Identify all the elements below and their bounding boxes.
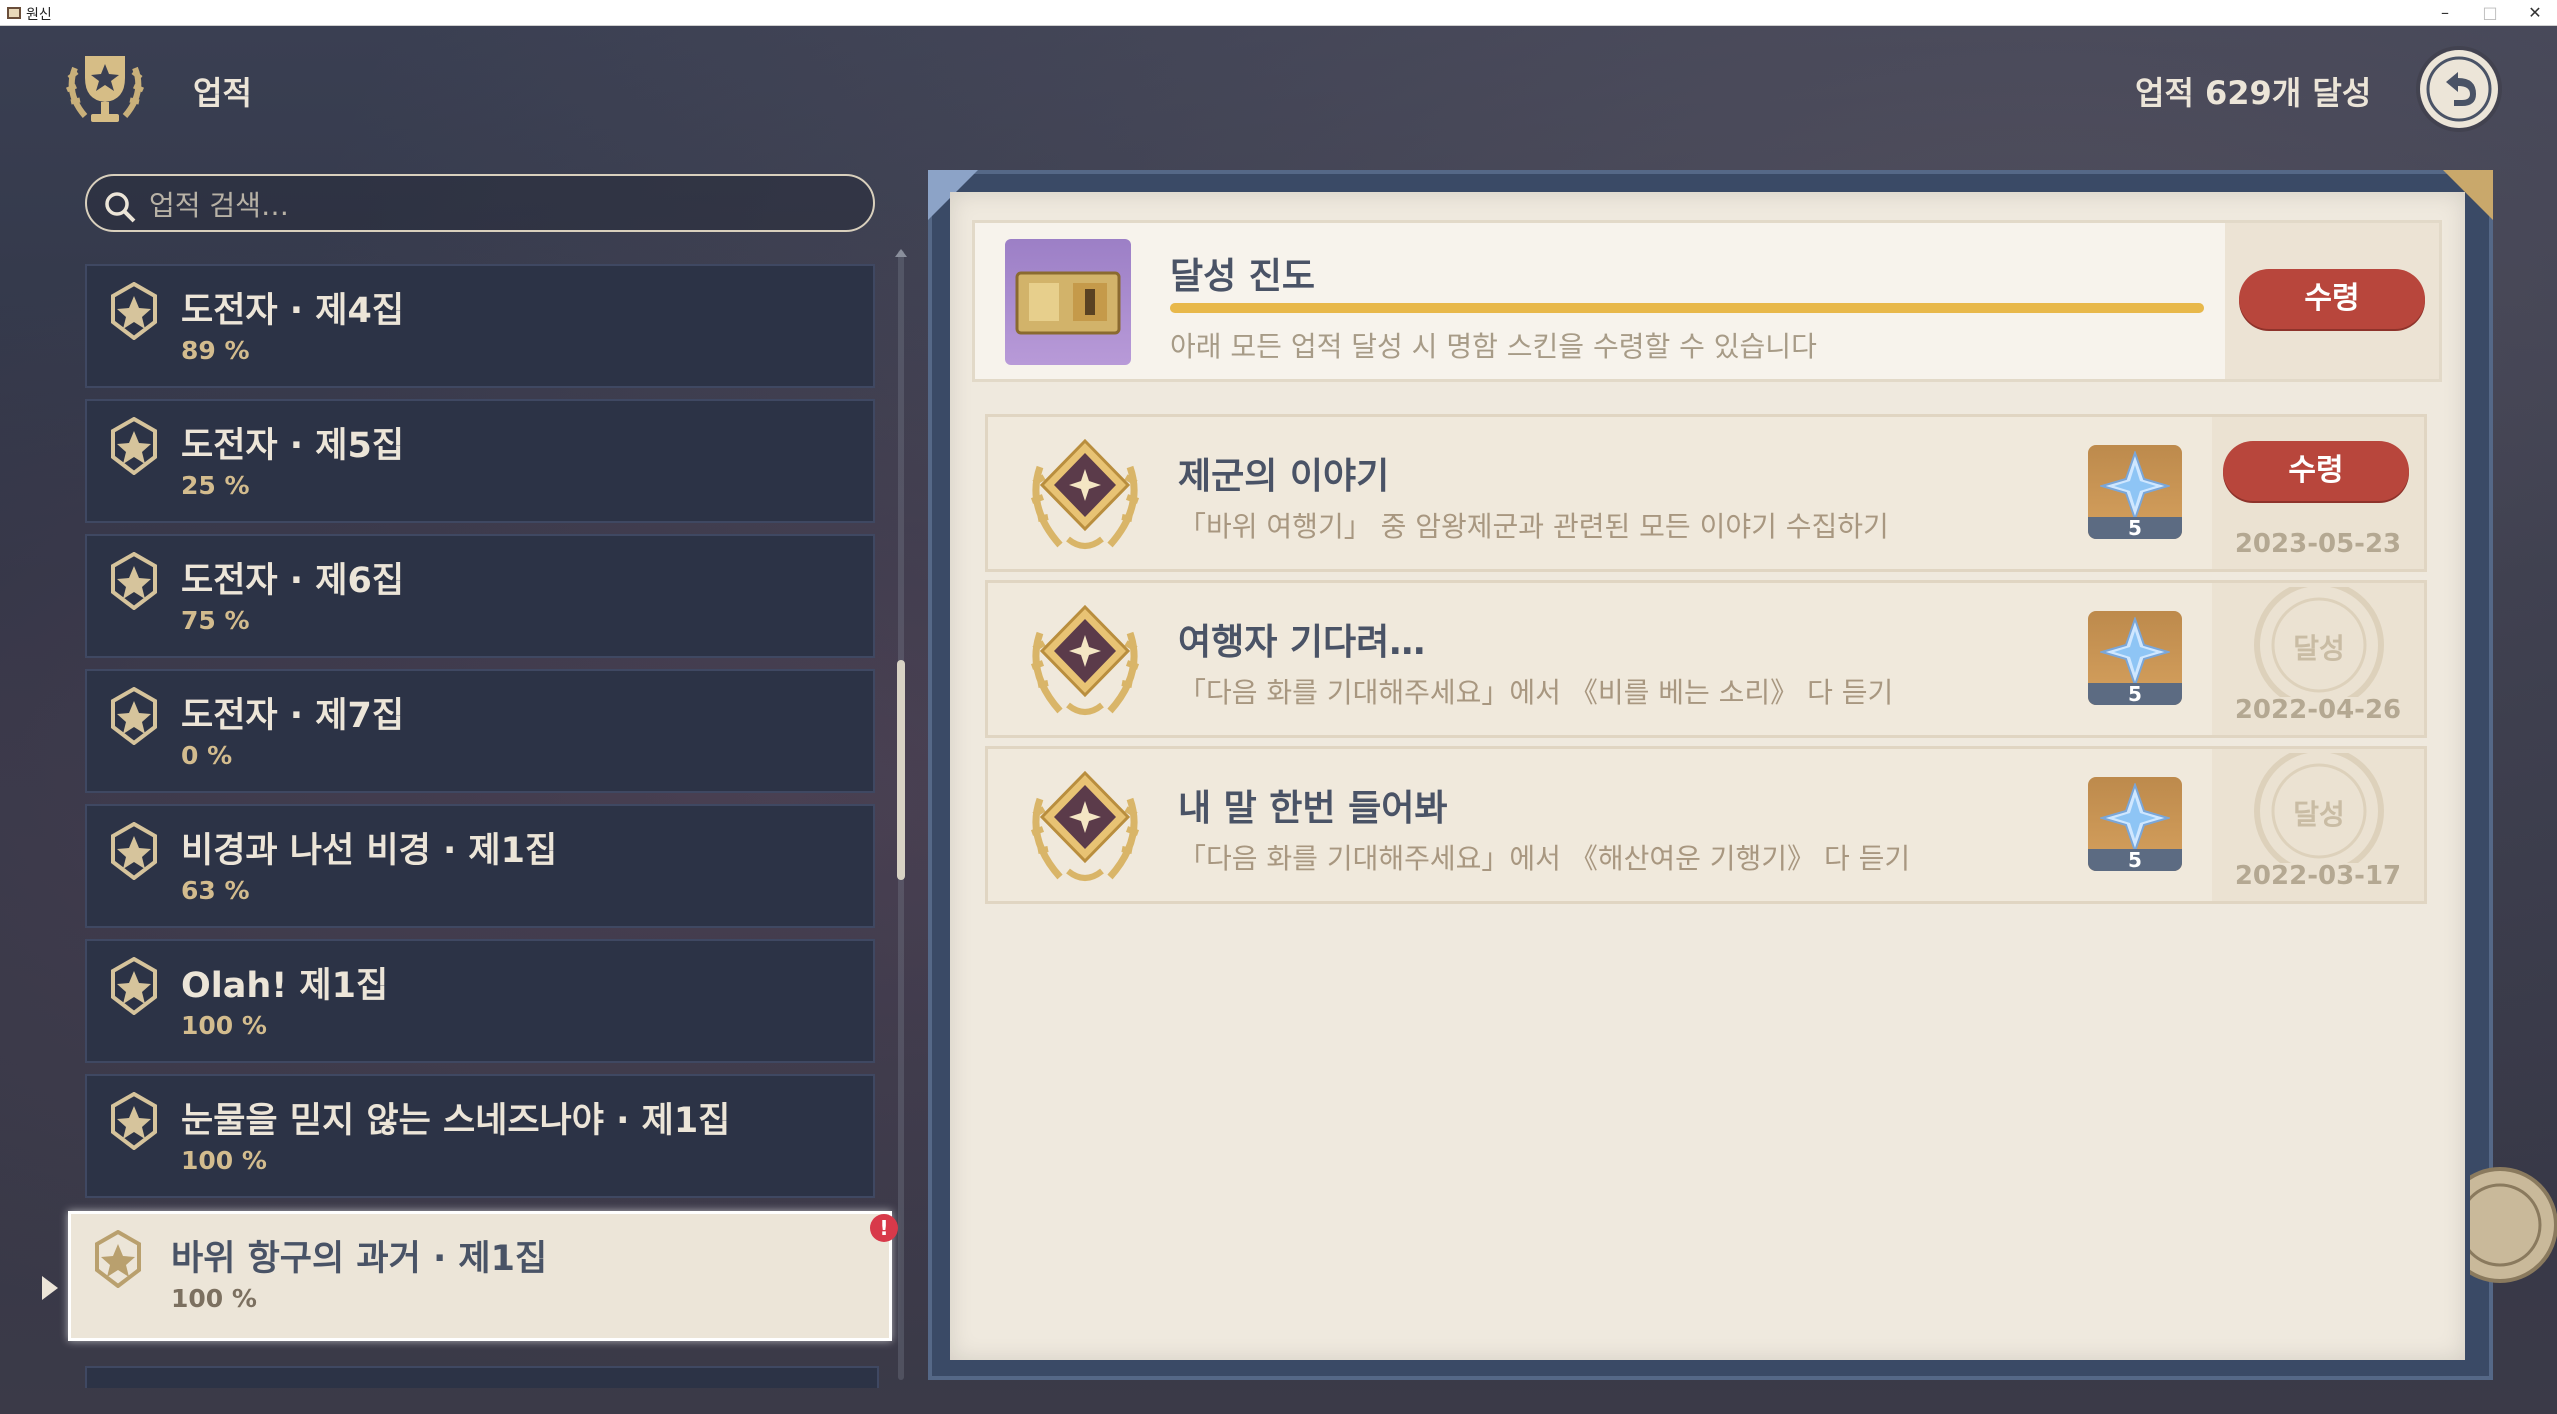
achievement-category-icon <box>111 687 157 745</box>
achievement-description: 「다음 화를 기대해주세요」에서 《비를 베는 소리》 다 듣기 <box>1178 676 1894 709</box>
category-name: 비경과 나선 비경 · 제1집 <box>181 831 558 871</box>
category-progress: 100 % <box>181 1146 267 1175</box>
achievement-category-icon <box>111 1092 157 1150</box>
minimize-button[interactable]: – <box>2425 0 2465 26</box>
achievement-category-icon <box>111 417 157 475</box>
achievement-count: 업적 629개 달성 <box>2135 74 2372 112</box>
completed-label: 달성 <box>2293 798 2345 831</box>
category-name: 도전자 · 제4집 <box>181 291 405 331</box>
achievement-description: 「바위 여행기」 중 암왕제군과 관련된 모든 이야기 수집하기 <box>1178 510 1889 543</box>
claim-cell: 수령 <box>2225 223 2439 379</box>
achievement-reward: 5 <box>2088 445 2182 539</box>
achievement-category-icon <box>111 957 157 1015</box>
category-item[interactable]: 눈물을 믿지 않는 스네즈나야 · 제1집 100 % <box>85 1074 875 1198</box>
close-button[interactable]: ✕ <box>2515 0 2555 26</box>
achievement-category-icon <box>111 822 157 880</box>
new-reward-badge: ! <box>870 1214 898 1242</box>
category-progress: 25 % <box>181 471 250 500</box>
claim-namecard-button[interactable]: 수령 <box>2239 269 2425 329</box>
category-item[interactable]: Olah! 제1집 100 % <box>85 939 875 1063</box>
back-arrow-icon <box>2426 56 2492 122</box>
list-item-partial[interactable] <box>85 1366 879 1388</box>
scroll-up-icon[interactable] <box>894 248 908 258</box>
category-item[interactable]: 도전자 · 제7집 0 % <box>85 669 875 793</box>
completion-progress-card: 달성 진도 100 % 아래 모든 업적 달성 시 명함 스킨을 수령할 수 있… <box>972 220 2442 382</box>
category-item[interactable]: 도전자 · 제4집 89 % <box>85 264 875 388</box>
achievement-medal-icon <box>1030 604 1140 715</box>
search-bar[interactable] <box>85 174 875 232</box>
trophy-icon <box>65 56 145 122</box>
achievement-row: 내 말 한번 들어봐 「다음 화를 기대해주세요」에서 《해산여운 기행기》 다 … <box>985 746 2427 904</box>
completed-label: 달성 <box>2293 632 2345 665</box>
achievement-title: 내 말 한번 들어봐 <box>1178 788 1448 829</box>
category-name: 바위 항구의 과거 · 제1집 <box>171 1239 548 1279</box>
search-icon <box>105 192 136 223</box>
progress-bar-fill <box>1170 303 2204 313</box>
namecard-reward-icon <box>1005 239 1131 365</box>
category-item[interactable]: 바위 항구의 과거 · 제1집 100 % <box>68 1211 892 1341</box>
reward-quantity: 5 <box>2088 517 2182 539</box>
achievement-category-icon <box>111 282 157 340</box>
achievement-category-icon <box>111 552 157 610</box>
achievement-reward: 5 <box>2088 611 2182 705</box>
page-title: 업적 <box>193 74 252 112</box>
progress-title: 달성 진도 <box>1170 256 1316 297</box>
achievement-category-icon <box>95 1230 141 1288</box>
category-item[interactable]: 도전자 · 제5집 25 % <box>85 399 875 523</box>
category-item[interactable]: 도전자 · 제6집 75 % <box>85 534 875 658</box>
genshin-app-icon <box>7 7 21 19</box>
achievement-reward: 5 <box>2088 777 2182 871</box>
page-ornament-icon <box>2470 1167 2557 1283</box>
category-name: 도전자 · 제6집 <box>181 561 405 601</box>
achievement-row: 제군의 이야기 「바위 여행기」 중 암왕제군과 관련된 모든 이야기 수집하기 5… <box>985 414 2427 572</box>
maximize-button[interactable]: □ <box>2470 0 2510 26</box>
back-button[interactable] <box>2420 50 2498 128</box>
category-progress: 100 % <box>171 1284 257 1313</box>
category-progress: 100 % <box>181 1011 267 1040</box>
claim-reward-button[interactable]: 수령 <box>2223 441 2409 501</box>
achievement-medal-icon <box>1030 770 1140 881</box>
category-progress: 89 % <box>181 336 250 365</box>
achievement-date: 2023-05-23 <box>2234 529 2402 559</box>
progress-description: 아래 모든 업적 달성 시 명함 스킨을 수령할 수 있습니다 <box>1170 330 1817 363</box>
achievement-medal-icon <box>1030 438 1140 549</box>
category-name: 도전자 · 제5집 <box>181 426 405 466</box>
category-name: 눈물을 믿지 않는 스네즈나야 · 제1집 <box>181 1101 731 1141</box>
scrollbar-thumb[interactable] <box>897 660 905 880</box>
achievement-row: 여행자 기다려… 「다음 화를 기대해주세요」에서 《비를 베는 소리》 다 듣기… <box>985 580 2427 738</box>
category-name: 도전자 · 제7집 <box>181 696 405 736</box>
primogem-icon <box>2100 451 2170 521</box>
achievement-date: 2022-03-17 <box>2234 861 2402 891</box>
progress-bar <box>1170 303 2204 313</box>
category-item[interactable]: 비경과 나선 비경 · 제1집 63 % <box>85 804 875 928</box>
category-progress: 0 % <box>181 741 233 770</box>
search-input[interactable] <box>147 184 851 226</box>
primogem-icon <box>2100 617 2170 687</box>
achievement-title: 여행자 기다려… <box>1178 622 1426 663</box>
window-title-bar: 원신 – □ ✕ <box>0 0 2557 26</box>
reward-quantity: 5 <box>2088 683 2182 705</box>
category-progress: 75 % <box>181 606 250 635</box>
achievement-title: 제군의 이야기 <box>1178 456 1390 497</box>
achievement-description: 「다음 화를 기대해주세요」에서 《해산여운 기행기》 다 듣기 <box>1178 842 1911 875</box>
selected-indicator-icon <box>42 1276 58 1300</box>
reward-quantity: 5 <box>2088 849 2182 871</box>
category-name: Olah! 제1집 <box>181 966 389 1006</box>
window-title: 원신 <box>26 7 52 23</box>
achievement-date: 2022-04-26 <box>2234 695 2402 725</box>
category-progress: 63 % <box>181 876 250 905</box>
primogem-icon <box>2100 783 2170 853</box>
